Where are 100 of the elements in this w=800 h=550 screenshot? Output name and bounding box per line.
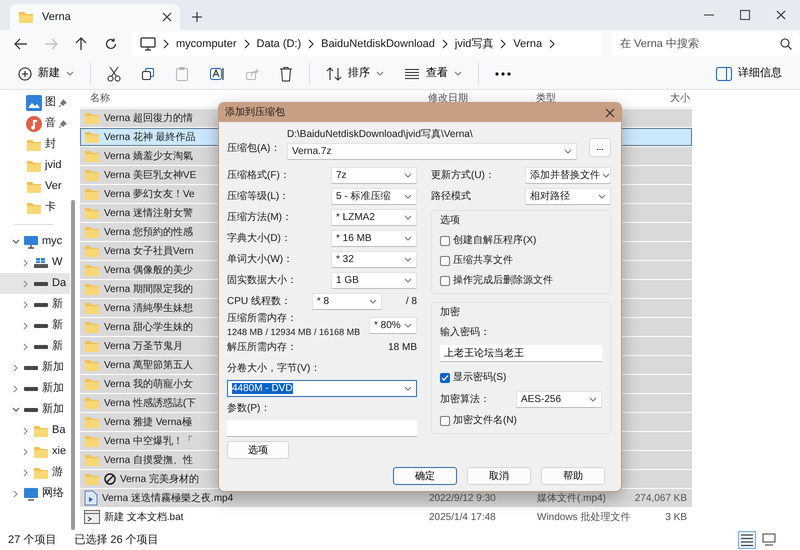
close-icon[interactable] [776,10,786,20]
dropdown[interactable]: * 32 [331,251,417,268]
checkbox[interactable] [440,416,450,426]
maximize-icon[interactable] [740,10,750,20]
collapse-chevron-icon[interactable] [22,258,30,266]
chevron-icon[interactable] [308,39,314,49]
up-arrow-icon[interactable] [75,37,87,51]
collapse-chevron-icon[interactable] [12,384,20,392]
details-pane-button[interactable]: 详细信息 [708,62,790,85]
collapse-chevron-icon[interactable] [22,426,30,434]
breadcrumb[interactable]: BaiduNetdiskDownload [321,36,435,52]
dropdown[interactable]: 5 - 标准压缩 [331,188,417,205]
dropdown[interactable]: 1 GB [331,272,417,289]
new-menu-button[interactable]: 新建 [10,62,82,85]
chevron-icon[interactable] [500,39,506,49]
search-field[interactable]: 在 Verna 中搜索 [612,32,800,56]
archive-name-combo[interactable]: Verna.7z [287,143,577,160]
size-cell-text: 274,067 KB [634,492,688,506]
nav-item[interactable]: Da [0,273,70,294]
column-header[interactable]: 修改日期 [420,91,530,106]
dropdown[interactable]: 相对路径 [525,188,611,205]
nav-item[interactable]: 网络 [0,483,70,504]
collapse-chevron-icon[interactable] [22,342,30,350]
collapse-chevron-icon[interactable] [22,280,30,288]
nav-item[interactable]: 封 [0,134,70,155]
nav-item[interactable]: myc [0,231,70,252]
nav-item[interactable]: 新 [0,336,70,357]
tab-title: Verna [42,10,72,25]
close-icon[interactable] [605,108,615,118]
password-field[interactable]: 上老王论坛当老王 [440,345,602,362]
checkbox[interactable] [440,372,450,382]
nav-item[interactable]: 游 [0,462,70,483]
nav-item[interactable]: 音 [0,113,70,134]
column-header[interactable]: 类型 [530,91,630,106]
text-field[interactable] [227,420,417,437]
add-tab-icon[interactable] [192,12,202,22]
nav-item[interactable]: W [0,252,70,273]
nav-item[interactable]: 新加 [0,378,70,399]
column-header[interactable]: 名称 [80,91,420,106]
nav-label: 音 [45,116,56,132]
pin-icon[interactable] [59,98,67,106]
pin-icon[interactable] [59,120,67,128]
field-label: 加密算法： [440,392,490,406]
breadcrumb[interactable]: Verna [513,36,542,52]
dropdown[interactable]: AES-256 [516,390,602,408]
dropdown[interactable]: * 8 [312,293,382,310]
chevron-icon[interactable] [549,39,556,49]
dropdown[interactable]: 4480M - DVD [227,380,417,397]
dropdown[interactable]: 7z [331,167,417,184]
nav-item[interactable]: 图 [0,92,70,113]
close-icon[interactable] [162,12,172,22]
breadcrumb[interactable]: Data (D:) [256,36,302,52]
file-name: Verna 萬聖節第五人 [104,358,193,372]
chevron-icon[interactable] [244,39,250,49]
sort-menu-button[interactable]: 排序 [318,62,392,85]
view-menu-button[interactable]: 查看 [396,62,470,85]
refresh-icon[interactable] [105,38,117,50]
nav-item[interactable]: Ba [0,420,70,441]
nav-item[interactable]: jvid [0,155,70,176]
plus-circle-icon [18,66,32,80]
collapse-chevron-icon[interactable] [12,364,20,372]
dropdown[interactable]: 添加并替换文件 [525,167,611,184]
dropdown[interactable]: * 16 MB [331,230,417,247]
checkbox[interactable] [440,276,450,286]
nav-item[interactable]: 新加 [0,399,70,420]
chevron-icon[interactable] [163,39,169,49]
details-view-button[interactable] [738,531,756,549]
nav-item[interactable]: 新 [0,315,70,336]
dropdown[interactable]: * LZMA2 [331,209,417,226]
options-button[interactable]: 选项 [227,441,289,459]
dialog-button[interactable]: 确定 [393,467,457,485]
collapse-chevron-icon[interactable] [12,490,20,498]
collapse-chevron-icon[interactable] [22,322,30,330]
address-bar[interactable]: mycomputer Data (D:) BaiduNetdiskDownload jvid写真 Verna [132,32,602,56]
collapse-chevron-icon[interactable] [22,468,30,476]
dialog-button[interactable]: 帮助 [541,467,605,485]
nav-item[interactable]: Ver [0,176,70,197]
breadcrumb[interactable]: jvid写真 [454,36,494,52]
caret-icon [602,173,610,178]
nav-item[interactable]: 新加 [0,357,70,378]
checkbox[interactable] [440,236,450,246]
file-row[interactable]: 新建 文本文档.bat 2025/1/4 17:48 Windows 批处理文件 3 KB [80,508,692,526]
window-tab[interactable]: Verna [10,4,180,30]
nav-item[interactable]: xie [0,441,70,462]
dropdown[interactable]: * 80% [369,316,417,334]
checkbox[interactable] [440,256,450,266]
nav-item[interactable]: 新 [0,294,70,315]
caret-icon [454,71,462,76]
column-header[interactable]: 大小 [630,91,690,106]
collapse-chevron-icon[interactable] [22,300,30,308]
collapse-chevron-icon[interactable] [22,448,30,456]
scrollbar[interactable] [71,200,75,530]
back-arrow-icon[interactable] [14,38,28,50]
browse-button[interactable]: ... [589,138,611,157]
expand-chevron-icon[interactable] [12,238,20,246]
chevron-icon[interactable] [442,39,448,49]
nav-item[interactable]: 卡 [0,197,70,218]
expand-chevron-icon[interactable] [12,406,20,414]
dialog-button[interactable]: 取消 [467,467,531,485]
breadcrumb[interactable]: mycomputer [176,36,237,52]
